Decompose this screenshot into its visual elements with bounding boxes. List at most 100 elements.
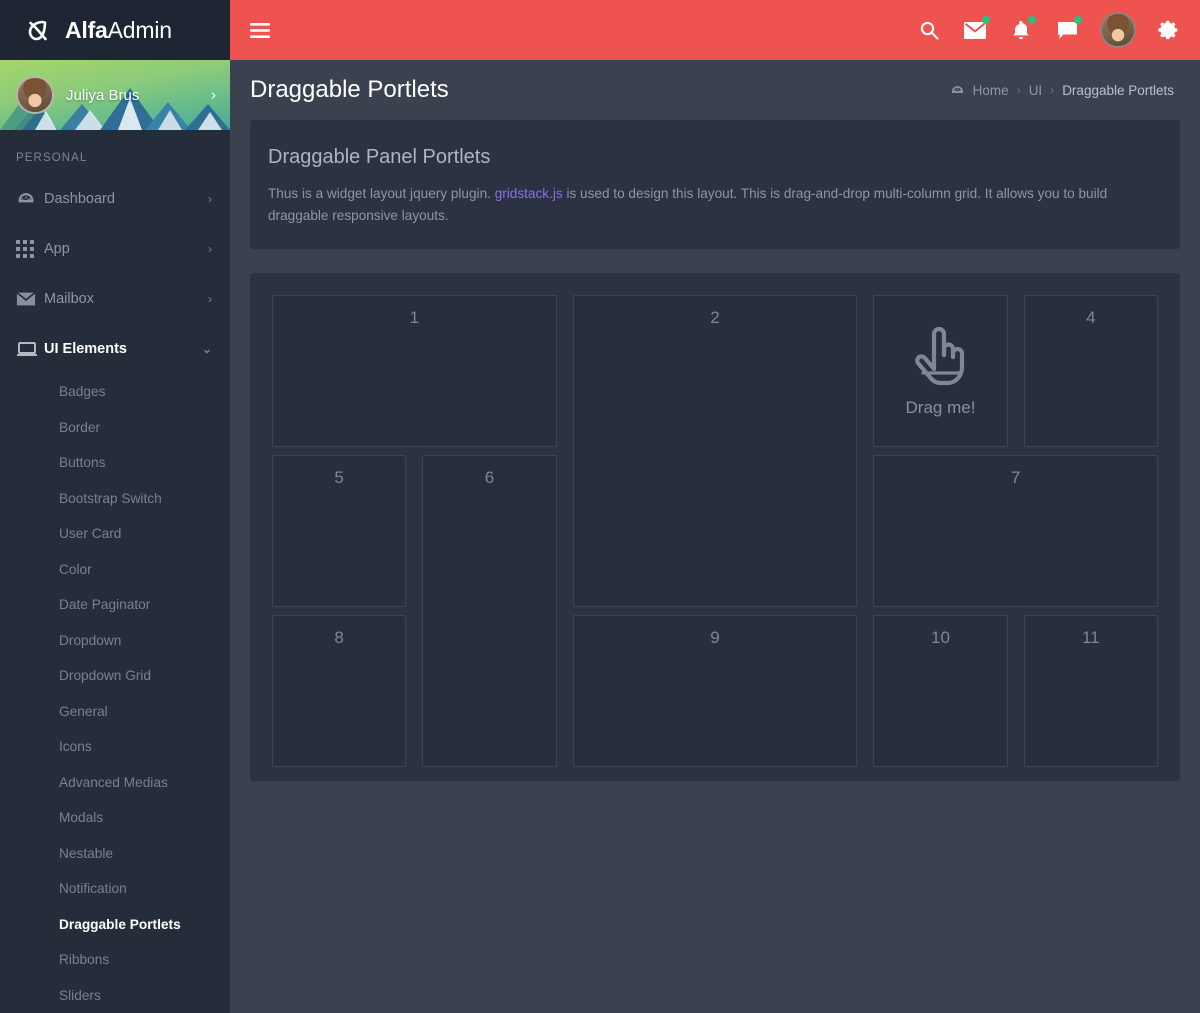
portlet-item[interactable]: 7 [865, 447, 1166, 608]
chevron-right-icon: › [208, 292, 212, 306]
breadcrumb-separator: › [1050, 83, 1055, 97]
portlet-item-drag-handle[interactable]: Drag me! [865, 287, 1015, 448]
breadcrumb: Home › UI › Draggable Portlets [950, 83, 1174, 98]
app-root: AlfaAdmin Juliya Brus › PERSONAL Dashboa… [0, 0, 1200, 1013]
portlet-item[interactable]: 2 [565, 287, 866, 608]
portlet-inner: 1 [272, 295, 557, 448]
portlet-item[interactable]: 11 [1016, 607, 1166, 768]
intro-panel: Draggable Panel Portlets Thus is a widge… [250, 120, 1180, 250]
gear-icon[interactable] [1156, 17, 1182, 43]
portlet-item[interactable]: 5 [264, 447, 414, 608]
breadcrumb-item-current: Draggable Portlets [1062, 82, 1174, 98]
portlet-inner: 5 [272, 455, 407, 608]
sidebar-item-label: Dashboard [44, 191, 115, 207]
gridstack-link[interactable]: gridstack.js [495, 186, 563, 201]
portlet-label: Drag me! [905, 397, 976, 417]
bell-icon[interactable] [1008, 16, 1036, 43]
sidebar-item-app[interactable]: App › [0, 224, 230, 274]
sidebar-item-general[interactable]: General [0, 694, 230, 730]
search-icon[interactable] [916, 17, 942, 43]
grid-apps-icon [16, 240, 44, 258]
notification-badge-dot [1074, 16, 1082, 24]
portlet-label: 5 [334, 468, 344, 488]
portlet-item[interactable]: 6 [414, 447, 564, 768]
breadcrumb-separator: › [1016, 83, 1021, 97]
intro-title: Draggable Panel Portlets [268, 146, 491, 168]
portlet-label: 8 [334, 628, 344, 648]
dashboard-icon [950, 83, 965, 98]
sidebar-item-label: App [44, 241, 70, 257]
chevron-right-icon[interactable]: › [211, 87, 216, 104]
sidebar-item-badges[interactable]: Badges [0, 374, 230, 410]
avatar-face [18, 78, 52, 112]
brand-name-bold: Alfa [65, 16, 108, 43]
portlet-inner: 7 [873, 455, 1158, 608]
portlet-inner: 11 [1023, 615, 1158, 768]
portlet-label: 1 [409, 308, 420, 328]
hamburger-icon[interactable] [244, 14, 276, 46]
topbar-icon-group [916, 12, 1182, 48]
sidebar-item-modals[interactable]: Modals [0, 800, 230, 836]
sidebar-item-dropdown[interactable]: Dropdown [0, 623, 230, 659]
sidebar-item-advanced-medias[interactable]: Advanced Medias [0, 765, 230, 801]
sidebar-item-date-paginator[interactable]: Date Paginator [0, 587, 230, 623]
page-header: Draggable Portlets Home › UI › Draggable… [230, 60, 1200, 120]
sidebar-item-sliders[interactable]: Sliders [0, 978, 230, 1013]
sidebar-item-nestable[interactable]: Nestable [0, 836, 230, 872]
portlet-label: 11 [1081, 628, 1100, 648]
sidebar-item-dropdown-grid[interactable]: Dropdown Grid [0, 658, 230, 694]
sidebar-submenu-ui-elements: Badges Border Buttons Bootstrap Switch U… [0, 374, 230, 1013]
page-content: Draggable Panel Portlets Thus is a widge… [230, 120, 1200, 1013]
dashboard-icon [16, 189, 44, 209]
portlet-label: 2 [710, 308, 720, 328]
brand-logo-area[interactable]: AlfaAdmin [0, 0, 230, 60]
sidebar-item-dashboard[interactable]: Dashboard › [0, 174, 230, 224]
brand-name-light: Admin [107, 16, 172, 43]
sidebar-item-icons[interactable]: Icons [0, 729, 230, 765]
portlet-inner: 2 [572, 295, 858, 608]
chevron-right-icon: › [208, 192, 212, 206]
portlet-label: 6 [484, 468, 495, 488]
sidebar-item-buttons[interactable]: Buttons [0, 445, 230, 481]
sidebar-user-banner[interactable]: Juliya Brus › [0, 60, 230, 130]
portlet-inner: 6 [422, 455, 557, 768]
portlet-inner: 8 [272, 615, 407, 768]
main-area: Draggable Portlets Home › UI › Draggable… [230, 0, 1200, 1013]
pointing-hand-icon [909, 325, 971, 394]
laptop-icon [16, 341, 44, 357]
breadcrumb-item-home[interactable]: Home [973, 83, 1009, 98]
brand-title: AlfaAdmin [65, 17, 172, 44]
portlet-item[interactable]: 4 [1016, 287, 1166, 448]
notification-badge-dot [982, 16, 990, 24]
sidebar-item-border[interactable]: Border [0, 410, 230, 446]
sidebar-item-notification[interactable]: Notification [0, 871, 230, 907]
portlet-item[interactable]: 1 [264, 287, 565, 448]
portlet-label: 10 [931, 628, 950, 648]
sidebar-item-label: UI Elements [44, 341, 127, 357]
breadcrumb-item-ui[interactable]: UI [1029, 83, 1043, 98]
chat-icon[interactable] [1054, 16, 1082, 43]
avatar-face [1102, 14, 1134, 46]
sidebar-section-label: PERSONAL [16, 152, 88, 164]
portlet-inner: 4 [1023, 295, 1158, 448]
sidebar-user-name: Juliya Brus [66, 86, 140, 104]
sidebar: AlfaAdmin Juliya Brus › PERSONAL Dashboa… [0, 0, 230, 1013]
sidebar-item-color[interactable]: Color [0, 552, 230, 588]
intro-text-before: Thus is a widget layout jquery plugin. [268, 186, 495, 201]
sidebar-item-ui-elements[interactable]: UI Elements ⌄ [0, 324, 230, 374]
envelope-icon [16, 291, 44, 307]
mail-icon[interactable] [962, 16, 990, 43]
avatar[interactable] [1100, 12, 1136, 48]
sidebar-item-ribbons[interactable]: Ribbons [0, 942, 230, 978]
sidebar-item-bootstrap-switch[interactable]: Bootstrap Switch [0, 481, 230, 517]
portlet-item[interactable]: 8 [264, 607, 414, 768]
sidebar-item-mailbox[interactable]: Mailbox › [0, 274, 230, 324]
portlet-label: 9 [710, 628, 720, 648]
alpha-logo-icon [22, 15, 52, 45]
portlet-item[interactable]: 9 [565, 607, 866, 768]
sidebar-item-draggable-portlets[interactable]: Draggable Portlets [0, 907, 230, 943]
sidebar-item-user-card[interactable]: User Card [0, 516, 230, 552]
chevron-down-icon: ⌄ [201, 342, 212, 356]
portlet-item[interactable]: 10 [865, 607, 1015, 768]
notification-badge-dot [1028, 16, 1036, 24]
